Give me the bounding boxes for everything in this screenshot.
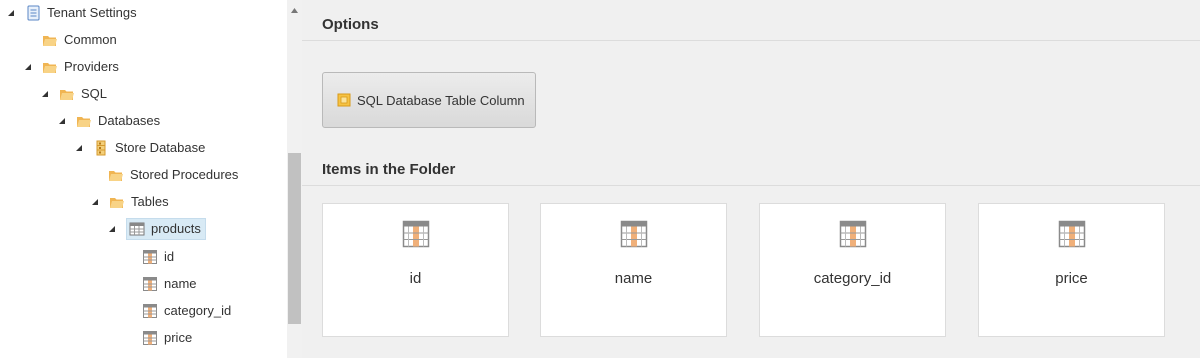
folder-open-icon xyxy=(76,113,92,129)
option-button-label: SQL Database Table Column xyxy=(357,92,525,108)
table-column-icon xyxy=(142,249,158,265)
tree-item-column-id[interactable]: id xyxy=(142,247,174,267)
item-card-name[interactable]: name xyxy=(540,203,727,337)
tree-item-tenant-settings[interactable]: Tenant Settings xyxy=(7,3,137,23)
tree-item-stored-procedures[interactable]: Stored Procedures xyxy=(108,165,238,185)
tree-item-tables[interactable]: Tables xyxy=(91,192,169,212)
item-card-label: price xyxy=(1055,270,1088,287)
tree-panel: Tenant Settings Common Providers SQL Dat… xyxy=(0,0,287,358)
tree-item-label: Tables xyxy=(131,194,169,209)
item-card-price[interactable]: price xyxy=(978,203,1165,337)
expanded-arrow-icon[interactable] xyxy=(41,90,49,98)
expanded-arrow-icon[interactable] xyxy=(91,198,99,206)
content-panel: Options SQL Database Table Column Items … xyxy=(302,0,1200,358)
tree-item-column-name[interactable]: name xyxy=(142,274,197,294)
tree-item-label: SQL xyxy=(81,86,108,101)
item-card-category-id[interactable]: category_id xyxy=(759,203,946,337)
tree-item-label: Common xyxy=(64,32,117,47)
table-column-icon xyxy=(142,330,158,346)
tree-item-label: Stored Procedures xyxy=(130,167,239,182)
folder-open-icon xyxy=(59,86,75,102)
scroll-thumb[interactable] xyxy=(288,153,301,324)
table-column-icon xyxy=(839,220,867,248)
table-icon xyxy=(129,221,145,237)
scroll-up-arrow-icon[interactable] xyxy=(290,2,299,13)
folder-open-icon xyxy=(109,194,125,210)
expanded-arrow-icon[interactable] xyxy=(24,63,32,71)
item-card-label: name xyxy=(614,270,653,287)
tree-item-label: Providers xyxy=(64,59,119,74)
table-column-icon xyxy=(142,303,158,319)
item-card-label: category_id xyxy=(813,270,892,287)
database-icon xyxy=(93,140,109,156)
folder-open-icon xyxy=(42,59,58,75)
sql-column-icon xyxy=(337,93,351,107)
tree-item-column-price[interactable]: price xyxy=(142,328,192,348)
tree-item-databases[interactable]: Databases xyxy=(58,111,160,131)
tree-item-label: products xyxy=(151,221,201,236)
item-card-id[interactable]: id xyxy=(322,203,509,337)
items-title: Items in the Folder xyxy=(322,161,456,178)
folder-open-icon xyxy=(108,167,124,183)
add-sql-table-column-button[interactable]: SQL Database Table Column xyxy=(322,72,536,128)
expanded-arrow-icon[interactable] xyxy=(108,225,116,233)
table-column-icon xyxy=(142,276,158,292)
tree-item-label: Store Database xyxy=(115,140,206,155)
tree-item-label: Databases xyxy=(98,113,161,128)
table-column-icon xyxy=(620,220,648,248)
tree-item-products[interactable]: products xyxy=(108,218,206,240)
expanded-arrow-icon[interactable] xyxy=(58,117,66,125)
tree-item-sql[interactable]: SQL xyxy=(41,84,107,104)
tree-item-label: Tenant Settings xyxy=(47,5,137,20)
tree-scrollbar[interactable] xyxy=(287,0,302,358)
items-divider xyxy=(302,185,1200,186)
tree-item-label: price xyxy=(164,330,193,345)
tree-item-providers[interactable]: Providers xyxy=(24,57,119,77)
tree-item-label: category_id xyxy=(164,303,232,318)
tree-item-common[interactable]: Common xyxy=(42,30,117,50)
document-list-icon xyxy=(25,5,41,21)
tree-item-label: name xyxy=(164,276,197,291)
tree-item-column-category-id[interactable]: category_id xyxy=(142,301,231,321)
options-divider xyxy=(302,40,1200,41)
selection-highlight[interactable]: products xyxy=(126,218,206,240)
tree-item-label: id xyxy=(164,249,175,264)
expanded-arrow-icon[interactable] xyxy=(75,144,83,152)
tree-item-store-database[interactable]: Store Database xyxy=(75,138,205,158)
options-title: Options xyxy=(322,16,379,33)
table-column-icon xyxy=(402,220,430,248)
expanded-arrow-icon[interactable] xyxy=(7,9,15,17)
folder-open-icon xyxy=(42,32,58,48)
item-card-label: id xyxy=(409,270,422,287)
table-column-icon xyxy=(1058,220,1086,248)
